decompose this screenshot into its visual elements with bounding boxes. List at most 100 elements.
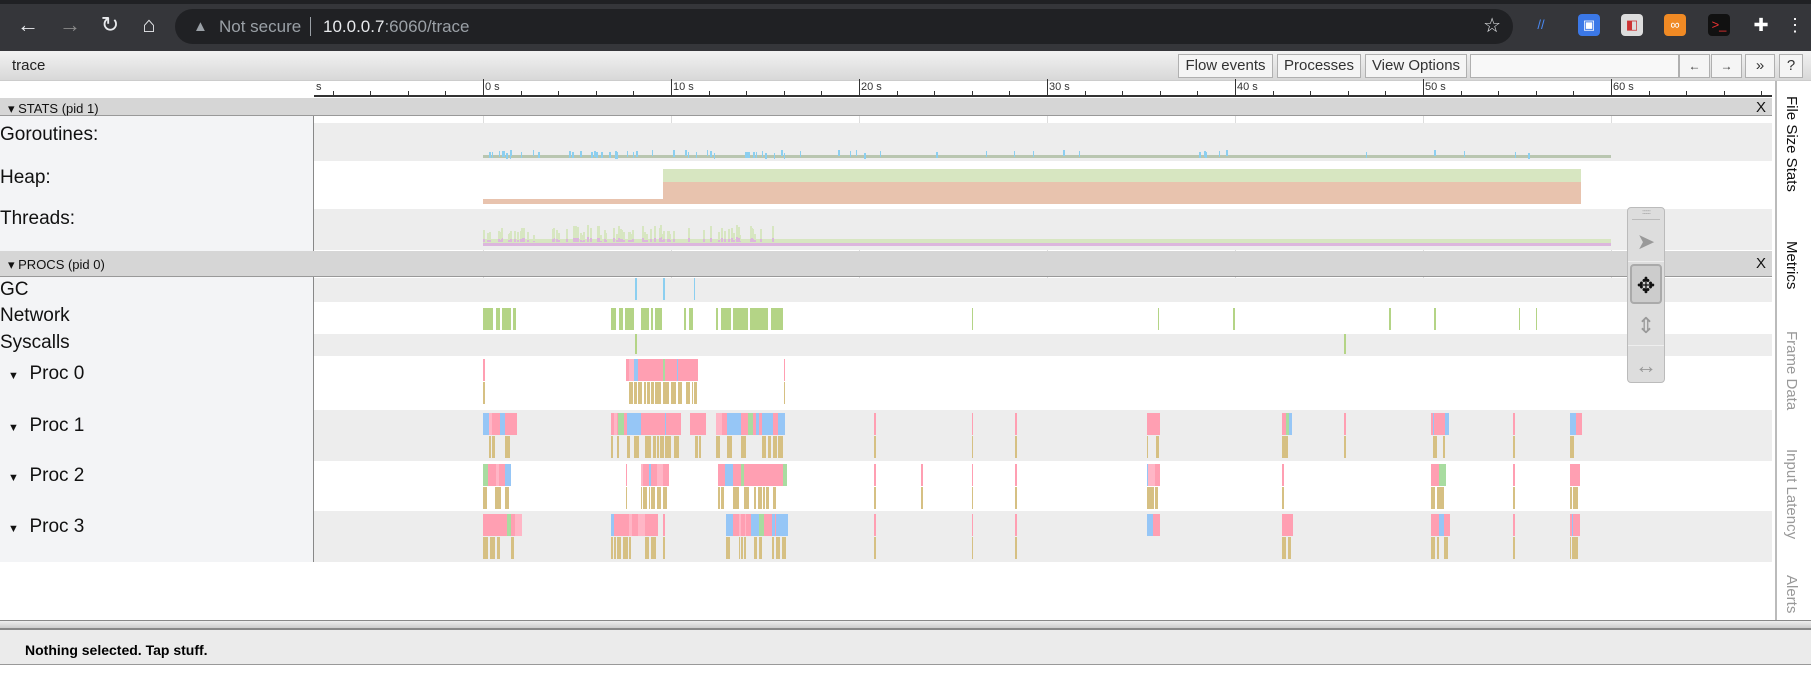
threads-spike[interactable] [507,240,510,242]
goroutines-spike[interactable] [1514,151,1517,158]
goroutines-spike[interactable] [879,151,882,158]
goroutines-spike[interactable] [569,151,571,158]
network-event[interactable] [619,308,623,330]
goroutine-slice[interactable] [1015,514,1017,536]
home-icon[interactable]: ⌂ [135,12,163,38]
goroutine-slice[interactable] [874,436,876,458]
syscall-slice[interactable] [634,436,639,458]
network-event[interactable] [716,308,719,330]
syscall-slice[interactable] [656,487,661,509]
goroutines-spike[interactable] [1032,150,1035,157]
syscall-slice[interactable] [651,487,655,509]
goroutine-slice[interactable] [1430,514,1438,536]
goroutines-spike[interactable] [1365,151,1368,158]
threads-spike[interactable] [552,238,555,242]
syscall-slice[interactable] [1434,436,1437,458]
side-tab-file-size-stats[interactable]: File Size Stats [1783,96,1800,192]
goroutine-slice[interactable] [700,413,706,435]
syscall-slice[interactable] [1572,537,1578,559]
mouse-mode-selector[interactable]: :::::::::::: ➤ ✥ ⇕ ↔ [1627,207,1665,383]
goroutines-spike[interactable] [651,150,654,157]
threads-spike[interactable] [483,230,486,239]
threads-spike[interactable] [753,233,756,239]
threads-spike[interactable] [659,238,662,242]
syscall-slice[interactable] [772,436,777,458]
syscall-slice[interactable] [727,436,732,458]
threads-spike[interactable] [583,231,586,239]
threads-spike[interactable] [750,228,753,239]
network-event[interactable] [483,308,493,330]
goroutines-spike[interactable] [838,150,840,157]
network-event[interactable] [502,308,511,330]
goroutines-spike[interactable] [616,152,619,159]
syscall-slice[interactable] [1286,436,1289,458]
syscall-slice[interactable] [1443,436,1445,458]
network-event[interactable] [1233,308,1235,330]
goroutines-spike[interactable] [509,152,512,159]
threads-spike[interactable] [659,228,662,239]
threads-counter-track[interactable] [314,209,1772,250]
goroutine-slice[interactable] [971,514,974,536]
network-event[interactable] [624,308,635,330]
syscall-slice[interactable] [488,436,491,458]
threads-spike[interactable] [488,239,491,242]
goroutines-spike[interactable] [713,152,716,159]
threads-spike[interactable] [668,230,671,239]
syscall-slice[interactable] [745,487,750,509]
goroutines-spike[interactable] [596,151,598,158]
syscall-slice[interactable] [775,537,780,559]
heap-in-use-area[interactable] [663,182,1581,204]
terminal-extension-icon[interactable]: >_ [1708,14,1730,36]
goroutine-slice[interactable] [483,382,485,404]
threads-spike[interactable] [688,238,691,242]
extensions-puzzle-icon[interactable]: ✚ [1750,14,1772,36]
threads-spike[interactable] [703,239,706,242]
threads-spike[interactable] [533,234,536,239]
syscall-slice[interactable] [491,436,496,458]
goroutine-slice[interactable] [783,382,786,404]
goroutines-spike[interactable] [755,152,758,159]
threads-spike[interactable] [703,230,706,239]
goroutine-slice[interactable] [663,537,665,559]
goroutine-slice[interactable] [1015,436,1017,458]
proc-0-track[interactable] [314,356,1772,410]
network-event[interactable] [684,308,687,330]
goroutine-slice[interactable] [1430,464,1438,486]
syscall-slice[interactable] [758,537,763,559]
syscall-slice[interactable] [662,436,665,458]
next-result-button[interactable]: → [1711,54,1742,78]
goroutine-slice[interactable] [740,413,748,435]
syscall-slice[interactable] [511,537,514,559]
goroutines-spike[interactable] [849,151,852,158]
threads-spike[interactable] [632,229,635,239]
threads-spike[interactable] [552,228,555,239]
goroutine-slice[interactable] [1287,514,1293,536]
goroutines-spike[interactable] [632,152,635,159]
goroutines-spike[interactable] [710,151,712,158]
goroutines-spike[interactable] [745,151,747,158]
syscall-slice[interactable] [1430,487,1436,509]
syscalls-track[interactable] [314,334,1772,356]
goroutine-slice[interactable] [488,464,496,486]
threads-spike[interactable] [645,234,648,239]
extension-icon[interactable]: ∞ [1664,14,1686,36]
goroutine-slice[interactable] [694,359,699,381]
stats-process-header[interactable]: ▾ STATS (pid 1) X [0,98,1772,116]
threads-spike[interactable] [654,237,657,242]
threads-spike[interactable] [556,229,558,239]
goroutines-spike[interactable] [626,151,629,158]
syscall-slice[interactable] [626,436,630,458]
threads-spike[interactable] [516,231,519,239]
network-track[interactable] [314,302,1772,334]
goroutines-spike[interactable] [706,150,708,157]
goroutine-slice[interactable] [625,487,628,509]
back-icon[interactable]: ← [14,12,42,38]
side-tab-metrics[interactable]: Metrics [1783,241,1800,289]
syscall-slice[interactable] [686,382,691,404]
goroutine-slice[interactable] [1575,413,1582,435]
syscall-slice[interactable] [655,382,661,404]
threads-spike[interactable] [724,239,727,242]
threads-spike[interactable] [750,238,753,242]
threads-spike[interactable] [613,238,616,242]
more-button[interactable]: » [1745,54,1775,78]
